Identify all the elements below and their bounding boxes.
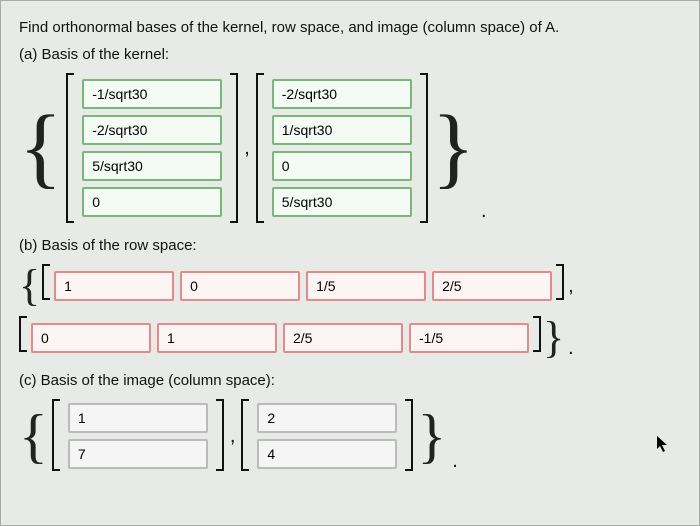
image-vector-2 [253, 399, 401, 473]
image-v1-c1[interactable] [68, 403, 208, 433]
left-bracket-icon [241, 399, 249, 471]
kernel-vector-1 [78, 75, 226, 221]
kernel-v2-c3[interactable] [272, 151, 412, 181]
kernel-v2-c1[interactable] [272, 79, 412, 109]
row-v2-c1[interactable] [31, 323, 151, 353]
kernel-v1-c4[interactable] [82, 187, 222, 217]
kernel-v2-c4[interactable] [272, 187, 412, 217]
kernel-basis-set: { , } . [19, 73, 681, 223]
image-vector-1 [64, 399, 212, 473]
row-v2-c2[interactable] [157, 323, 277, 353]
kernel-v2-c2[interactable] [272, 115, 412, 145]
period: . [450, 450, 460, 473]
right-bracket-icon [420, 73, 428, 223]
question-prompt: Find orthonormal bases of the kernel, ro… [19, 19, 681, 36]
right-bracket-icon [216, 399, 224, 471]
part-a-label: (a) Basis of the kernel: [19, 46, 681, 63]
separator-comma: , [228, 425, 238, 448]
kernel-v1-c3[interactable] [82, 151, 222, 181]
right-brace: } [543, 316, 564, 360]
separator-comma: , [566, 275, 576, 298]
period: . [479, 200, 489, 223]
left-bracket-icon [52, 399, 60, 471]
right-brace: } [432, 103, 475, 193]
period: . [566, 337, 576, 360]
row-v1-c3[interactable] [306, 271, 426, 301]
row-v1-c2[interactable] [180, 271, 300, 301]
image-v2-c2[interactable] [257, 439, 397, 469]
left-bracket-icon [66, 73, 74, 223]
row-vector-2: } . [19, 316, 681, 360]
left-brace: { [19, 103, 62, 193]
cursor-icon [656, 435, 670, 456]
row-vector-1: { , [19, 264, 681, 308]
row-v1-c1[interactable] [54, 271, 174, 301]
right-brace: } [417, 406, 446, 466]
part-c-label: (c) Basis of the image (column space): [19, 372, 681, 389]
kernel-vector-2 [268, 75, 416, 221]
kernel-v1-c2[interactable] [82, 115, 222, 145]
separator-comma: , [242, 137, 252, 160]
right-bracket-icon [556, 264, 564, 300]
part-b-label: (b) Basis of the row space: [19, 237, 681, 254]
kernel-v1-c1[interactable] [82, 79, 222, 109]
left-bracket-icon [19, 316, 27, 352]
image-v2-c1[interactable] [257, 403, 397, 433]
right-bracket-icon [230, 73, 238, 223]
row-v2-c4[interactable] [409, 323, 529, 353]
image-basis-set: { , } . [19, 399, 681, 473]
left-bracket-icon [256, 73, 264, 223]
right-bracket-icon [533, 316, 541, 352]
left-brace: { [19, 406, 48, 466]
left-brace: { [19, 264, 40, 308]
row-v1-c4[interactable] [432, 271, 552, 301]
left-bracket-icon [42, 264, 50, 300]
row-v2-c3[interactable] [283, 323, 403, 353]
right-bracket-icon [405, 399, 413, 471]
image-v1-c2[interactable] [68, 439, 208, 469]
